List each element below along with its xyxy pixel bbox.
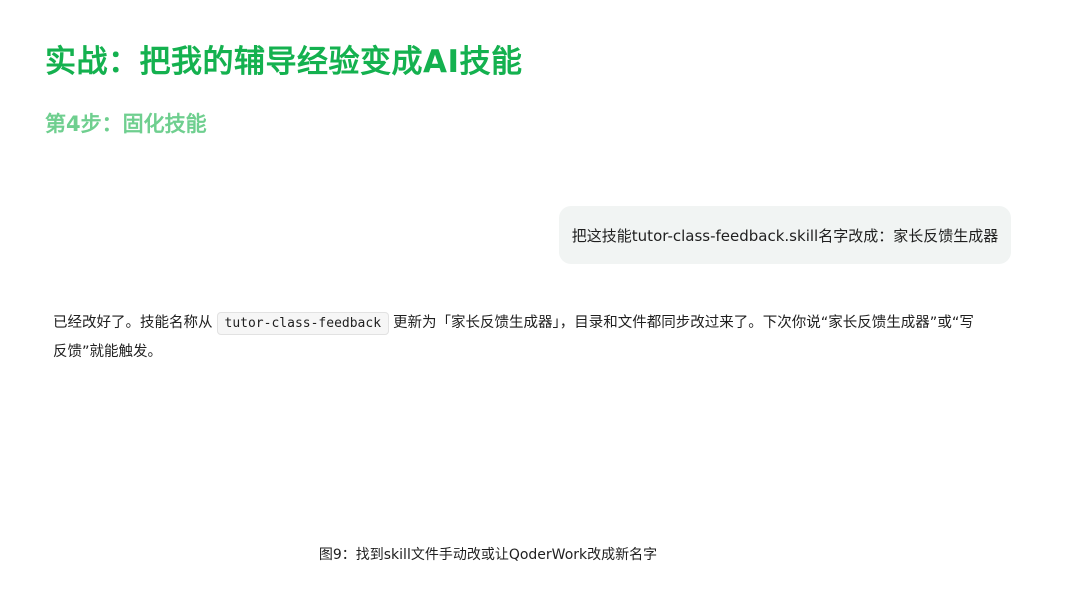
- user-message-bubble: 把这技能tutor-class-feedback.skill名字改成：家长反馈生…: [559, 206, 1011, 264]
- figure-caption: 图9：找到skill文件手动改或让QoderWork改成新名字: [318, 547, 658, 563]
- assistant-reply: 已经改好了。技能名称从 tutor-class-feedback 更新为「家长反馈生…: [53, 309, 988, 367]
- page-title: 实战：把我的辅导经验变成AI技能: [45, 44, 523, 80]
- inline-code-skill-name: tutor-class-feedback: [216, 312, 390, 335]
- assistant-reply-prefix: 已经改好了。技能名称从: [53, 315, 213, 331]
- user-message-text: 把这技能tutor-class-feedback.skill名字改成：家长反馈生…: [571, 226, 999, 245]
- step-subtitle: 第4步：固化技能: [45, 112, 207, 136]
